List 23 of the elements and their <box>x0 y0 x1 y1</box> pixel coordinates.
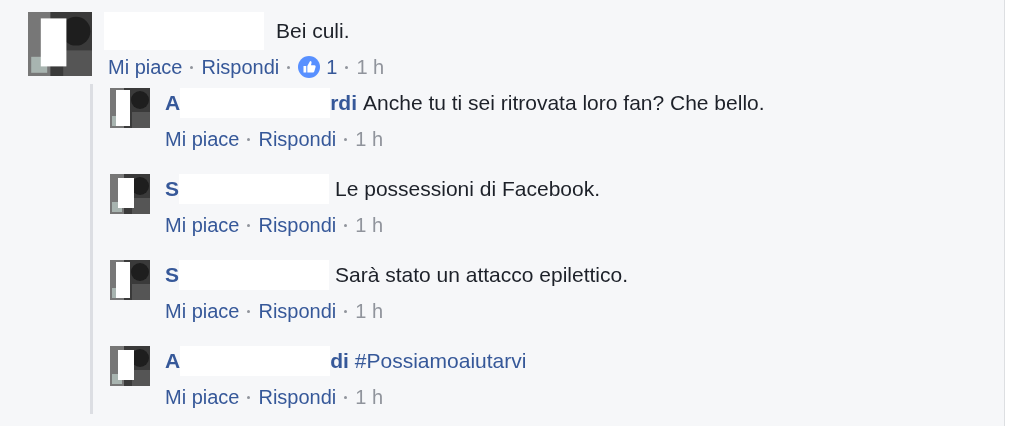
like-link[interactable]: Mi piace <box>108 54 183 80</box>
comment-text: Bei culi. <box>276 18 350 44</box>
comment-text: Sarà stato un attacco epilettico. <box>335 262 629 288</box>
author-name[interactable]: di <box>330 347 349 375</box>
thumbs-up-icon <box>298 56 321 78</box>
author-name[interactable]: S <box>165 175 179 203</box>
author-name[interactable]: S <box>165 261 179 289</box>
comment-text: Le possessioni di Facebook. <box>335 176 600 202</box>
author-name[interactable]: A <box>165 347 181 375</box>
author-name[interactable]: rdi <box>330 89 357 117</box>
reply-link[interactable]: Rispondi <box>201 54 280 80</box>
like-link[interactable]: Mi piace <box>165 212 240 238</box>
reply-link[interactable]: Rispondi <box>258 298 337 324</box>
reply-link[interactable]: Rispondi <box>258 384 337 410</box>
author-name[interactable]: A <box>165 89 181 117</box>
like-link[interactable]: Mi piace <box>165 384 240 410</box>
like-link[interactable]: Mi piace <box>165 298 240 324</box>
hashtag-link[interactable]: #Possiamoaiutarvi <box>354 347 527 375</box>
like-link[interactable]: Mi piace <box>165 126 240 152</box>
comment-text: Anche tu ti sei ritrovata loro fan? Che bello. <box>363 90 765 116</box>
like-count[interactable]: 1 <box>326 54 338 80</box>
reply-link[interactable]: Rispondi <box>258 212 337 238</box>
reply-link[interactable]: Rispondi <box>258 126 337 152</box>
